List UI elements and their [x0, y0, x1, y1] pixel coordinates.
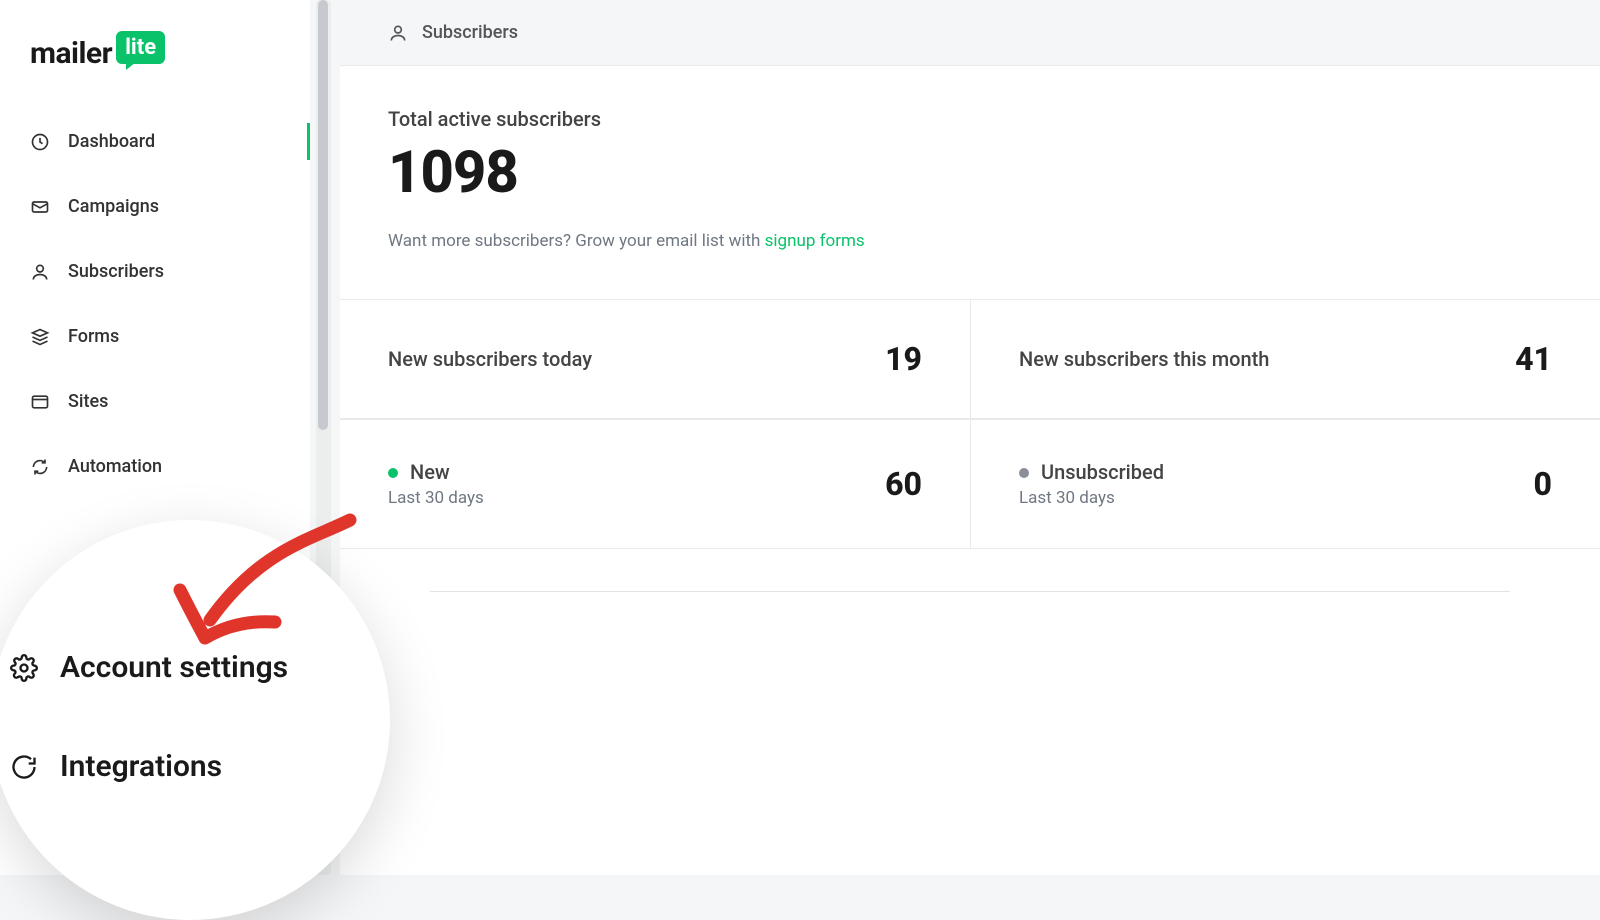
sidebar-item-label: Subscribers — [68, 261, 164, 282]
sidebar-item-label: Dashboard — [68, 131, 155, 152]
user-icon — [30, 262, 50, 282]
rotate-icon — [10, 753, 38, 781]
browser-icon — [30, 392, 50, 412]
stat-value: 19 — [885, 340, 922, 378]
refresh-icon — [30, 457, 50, 477]
magnifier-label: Integrations — [60, 749, 222, 784]
content: Total active subscribers 1098 Want more … — [340, 66, 1600, 875]
sidebar-item-forms[interactable]: Forms — [0, 304, 310, 369]
stat-new-today: New subscribers today 19 — [340, 300, 970, 419]
stat-sublabel: Last 30 days — [1019, 488, 1164, 508]
stats-row-2: New Last 30 days 60 Unsubscribed Last 30… — [340, 419, 1600, 549]
brand-left: mailer — [30, 36, 112, 71]
layers-icon — [30, 327, 50, 347]
magnifier-label: Account settings — [60, 650, 288, 685]
stat-new-month: New subscribers this month 41 — [970, 300, 1600, 419]
sidebar-item-label: Campaigns — [68, 196, 159, 217]
sidebar-item-subscribers[interactable]: Subscribers — [0, 239, 310, 304]
magnifier-annotation: Account settings Integrations — [0, 520, 390, 920]
sidebar-item-sites[interactable]: Sites — [0, 369, 310, 434]
stat-label: New subscribers today — [388, 347, 592, 371]
mail-icon — [30, 197, 50, 217]
speech-tail-icon — [126, 62, 136, 70]
main: Subscribers Total active subscribers 109… — [340, 0, 1600, 875]
stat-label: Unsubscribed — [1019, 460, 1164, 484]
sidebar-item-automation[interactable]: Automation — [0, 434, 310, 499]
signup-forms-link[interactable]: signup forms — [765, 231, 865, 251]
sidebar-nav: Dashboard Campaigns Subscribers Forms — [0, 109, 310, 499]
stat-value: 41 — [1515, 340, 1552, 378]
sidebar-item-label: Sites — [68, 391, 108, 412]
divider — [430, 591, 1510, 592]
stat-new-30: New Last 30 days 60 — [340, 420, 970, 549]
stat-value: 0 — [1534, 465, 1552, 503]
breadcrumb: Subscribers — [340, 0, 1600, 66]
stat-sublabel: Last 30 days — [388, 488, 484, 508]
brand-right: lite — [116, 31, 165, 64]
hero-hint: Want more subscribers? Grow your email l… — [388, 231, 1552, 251]
sidebar-item-label: Automation — [68, 456, 162, 477]
stat-unsub-30: Unsubscribed Last 30 days 0 — [970, 420, 1600, 549]
hero-label: Total active subscribers — [388, 107, 1552, 131]
brand-logo: mailer lite — [0, 36, 310, 109]
magnifier-item-account-settings[interactable]: Account settings — [0, 650, 390, 685]
stats-row-1: New subscribers today 19 New subscribers… — [340, 299, 1600, 419]
clock-icon — [30, 132, 50, 152]
stat-label: New subscribers this month — [1019, 347, 1269, 371]
gear-icon — [10, 654, 38, 682]
user-icon — [388, 23, 408, 43]
hero-value: 1098 — [388, 139, 1552, 207]
hero: Total active subscribers 1098 Want more … — [340, 67, 1600, 299]
sidebar-scrollbar-thumb[interactable] — [318, 0, 328, 430]
sidebar-item-dashboard[interactable]: Dashboard — [0, 109, 310, 174]
dot-grey-icon — [1019, 468, 1029, 478]
sidebar-item-label: Forms — [68, 326, 119, 347]
magnifier-item-integrations[interactable]: Integrations — [0, 749, 390, 784]
stat-value: 60 — [885, 465, 922, 503]
breadcrumb-label: Subscribers — [422, 22, 518, 43]
sidebar-item-campaigns[interactable]: Campaigns — [0, 174, 310, 239]
stat-label: New — [388, 460, 484, 484]
dot-green-icon — [388, 468, 398, 478]
